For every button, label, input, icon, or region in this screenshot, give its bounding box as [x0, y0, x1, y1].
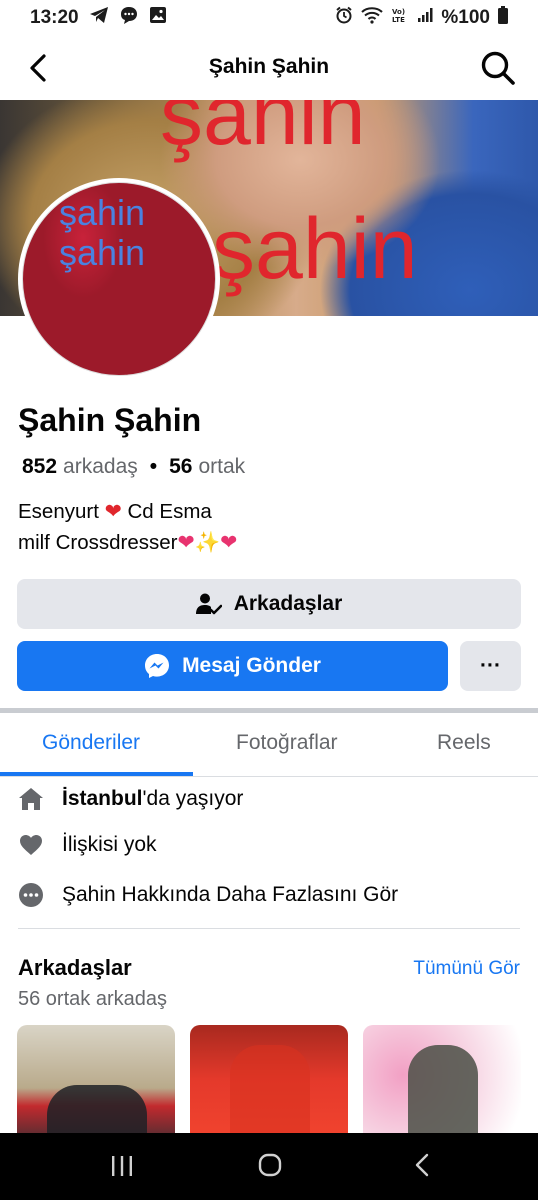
svg-text:LTE: LTE [392, 16, 405, 24]
bio-location: Esenyurt [18, 500, 99, 523]
cover-text-line1: şahin [160, 100, 366, 163]
home-button[interactable] [258, 1153, 282, 1182]
recents-icon [112, 1156, 132, 1176]
details-divider [18, 928, 520, 929]
bio-name: Cd Esma [127, 500, 212, 523]
detail-lives-in[interactable]: İstanbul'da yaşıyor [18, 786, 243, 812]
wifi-icon [361, 6, 384, 30]
system-navigation-bar [0, 1133, 538, 1200]
page-title: Şahin Şahin [208, 55, 330, 78]
profile-tabs: Gönderiler Fotoğraflar Reels [0, 713, 538, 777]
status-time: 13:20 [30, 7, 79, 28]
heart-icon [18, 832, 44, 858]
mutual-count: 56 [169, 455, 193, 478]
stats-separator: • [149, 455, 158, 478]
avatar-overlay-text: şahin şahin [59, 193, 145, 272]
avatar[interactable]: şahin şahin [22, 182, 216, 376]
send-message-label: Mesaj Gönder [182, 654, 321, 677]
bio-line-2: milf Crossdresser❤✨❤ [18, 527, 237, 558]
telegram-icon [89, 6, 109, 30]
search-icon [481, 51, 515, 85]
status-left: 13:20 [30, 5, 167, 31]
friends-button-label: Arkadaşlar [233, 592, 343, 615]
mutual-friends-count: 56 ortak arkadaş [18, 988, 167, 1010]
battery-icon [498, 6, 508, 30]
alarm-icon [335, 6, 353, 30]
cover-text-line2: şahin [212, 201, 418, 297]
battery-percent: %100 [441, 7, 490, 28]
detail-relationship: İlişkisi yok [18, 832, 157, 858]
send-message-button[interactable]: Mesaj Gönder [17, 641, 448, 691]
signal-icon [417, 7, 433, 29]
relationship-status: İlişkisi yok [62, 833, 157, 856]
messenger-icon [144, 653, 170, 679]
svg-text:Vo): Vo) [392, 8, 405, 16]
see-more-about-label: Şahin Hakkında Daha Fazlasını Gör [62, 883, 399, 906]
home-icon [18, 786, 44, 812]
sparkling-heart-icon: ❤ [220, 531, 238, 554]
red-heart-icon: ❤ [104, 500, 122, 523]
avatar-text-line2: şahin [59, 231, 146, 273]
bio-description: milf Crossdresser [18, 531, 178, 554]
bio-line-1: Esenyurt ❤ Cd Esma [18, 496, 237, 527]
mutual-label[interactable]: ortak [198, 455, 245, 479]
avatar-text-line1: şahin [59, 192, 146, 233]
lives-in-text: 'da yaşıyor [142, 787, 244, 810]
see-all-friends-link[interactable]: Tümünü Gör [413, 958, 520, 980]
friends-count: 852 [22, 455, 58, 478]
tab-photos[interactable]: Fotoğraflar [236, 731, 338, 755]
system-back-button[interactable] [414, 1153, 430, 1182]
lives-in-city[interactable]: İstanbul [62, 787, 143, 810]
detail-see-more[interactable]: Şahin Hakkında Daha Fazlasını Gör [18, 882, 398, 908]
friends-button[interactable]: Arkadaşlar [17, 579, 521, 629]
more-dots-icon [18, 882, 44, 908]
gallery-icon [149, 6, 167, 30]
more-options-button[interactable]: ··· [460, 641, 521, 691]
friends-section-title: Arkadaşlar [18, 955, 132, 980]
home-circle-icon [258, 1153, 282, 1177]
active-tab-indicator [0, 772, 193, 776]
recents-button[interactable] [110, 1155, 134, 1182]
search-button[interactable] [478, 48, 518, 88]
system-back-icon [415, 1153, 429, 1177]
profile-stats: 852 arkadaş • 56 ortak [22, 455, 245, 479]
status-bar: 13:20 Vo) LTE %100 [0, 0, 538, 36]
profile-name: Şahin Şahin [18, 402, 202, 438]
tab-posts[interactable]: Gönderiler [42, 731, 140, 755]
sparkling-heart-icon: ❤✨ [177, 531, 221, 554]
tab-reels[interactable]: Reels [437, 731, 491, 755]
friends-label[interactable]: arkadaş [63, 455, 138, 479]
top-nav: Şahin Şahin [0, 36, 538, 100]
volte-icon: Vo) LTE [391, 6, 409, 30]
status-right: Vo) LTE %100 [335, 6, 508, 30]
friend-check-icon [195, 592, 222, 616]
more-options-label: ··· [480, 654, 501, 677]
message-icon [119, 5, 139, 31]
profile-bio: Esenyurt ❤ Cd Esma milf Crossdresser❤✨❤ [18, 496, 237, 558]
